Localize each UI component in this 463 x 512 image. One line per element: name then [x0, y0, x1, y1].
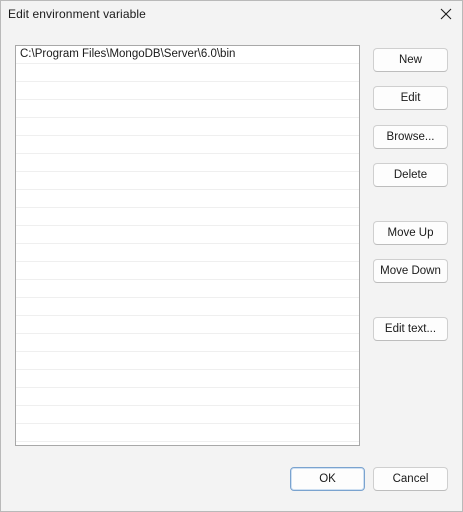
- path-entries-list[interactable]: C:\Program Files\MongoDB\Server\6.0\bin: [15, 45, 360, 446]
- empty-list-row[interactable]: [16, 406, 359, 424]
- edit-text-button[interactable]: Edit text...: [373, 317, 448, 341]
- empty-list-row[interactable]: [16, 424, 359, 442]
- list-item[interactable]: C:\Program Files\MongoDB\Server\6.0\bin: [16, 46, 359, 64]
- move-up-button[interactable]: Move Up: [373, 221, 448, 245]
- empty-list-row[interactable]: [16, 100, 359, 118]
- cancel-button[interactable]: Cancel: [373, 467, 448, 491]
- empty-list-row[interactable]: [16, 316, 359, 334]
- browse-button[interactable]: Browse...: [373, 125, 448, 149]
- new-button[interactable]: New: [373, 48, 448, 72]
- empty-list-row[interactable]: [16, 226, 359, 244]
- empty-list-row[interactable]: [16, 280, 359, 298]
- empty-list-row[interactable]: [16, 208, 359, 226]
- ok-button[interactable]: OK: [290, 467, 365, 491]
- empty-list-row[interactable]: [16, 172, 359, 190]
- empty-list-row[interactable]: [16, 136, 359, 154]
- empty-list-row[interactable]: [16, 82, 359, 100]
- edit-button[interactable]: Edit: [373, 86, 448, 110]
- empty-list-row[interactable]: [16, 262, 359, 280]
- delete-button[interactable]: Delete: [373, 163, 448, 187]
- empty-list-row[interactable]: [16, 370, 359, 388]
- close-icon: [440, 8, 452, 20]
- empty-list-row[interactable]: [16, 388, 359, 406]
- edit-environment-variable-dialog: Edit environment variable C:\Program Fil…: [0, 0, 463, 512]
- empty-list-row[interactable]: [16, 244, 359, 262]
- empty-list-row[interactable]: [16, 118, 359, 136]
- close-button[interactable]: [432, 3, 460, 25]
- empty-list-row[interactable]: [16, 64, 359, 82]
- empty-list-row[interactable]: [16, 352, 359, 370]
- move-down-button[interactable]: Move Down: [373, 259, 448, 283]
- title-bar: Edit environment variable: [1, 1, 462, 29]
- empty-list-row[interactable]: [16, 298, 359, 316]
- empty-list-row[interactable]: [16, 190, 359, 208]
- empty-list-row[interactable]: [16, 154, 359, 172]
- empty-list-row[interactable]: [16, 334, 359, 352]
- window-title: Edit environment variable: [8, 7, 146, 21]
